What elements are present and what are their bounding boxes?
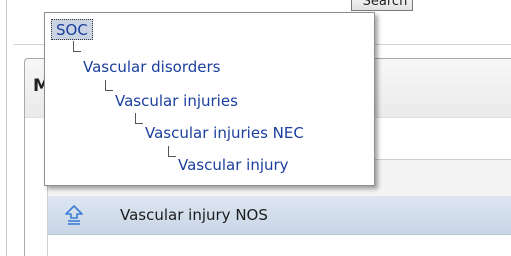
tree-connector: [105, 80, 113, 91]
tree-node-level-2[interactable]: Vascular injuries: [115, 92, 238, 110]
table-row[interactable]: Vascular injury NOS: [48, 196, 511, 235]
search-button[interactable]: Search: [351, 0, 413, 11]
tree-connector: [168, 146, 176, 157]
row-label: Vascular injury NOS: [120, 206, 268, 224]
tree-connector: [73, 41, 81, 52]
hierarchy-popup: SOC Vascular disorders Vascular injuries…: [44, 12, 375, 186]
tree-node-level-3[interactable]: Vascular injuries NEC: [145, 124, 304, 142]
tree-node-level-4[interactable]: Vascular injury: [178, 156, 289, 174]
tree-root-soc[interactable]: SOC: [51, 19, 93, 40]
screen: Search M y) ' Vascular injury NOS SOC: [0, 0, 511, 256]
tree-connector: [135, 113, 143, 124]
up-arrow-icon[interactable]: [65, 205, 83, 225]
window-left-edge: [0, 0, 7, 256]
tree-node-level-1[interactable]: Vascular disorders: [83, 58, 220, 76]
